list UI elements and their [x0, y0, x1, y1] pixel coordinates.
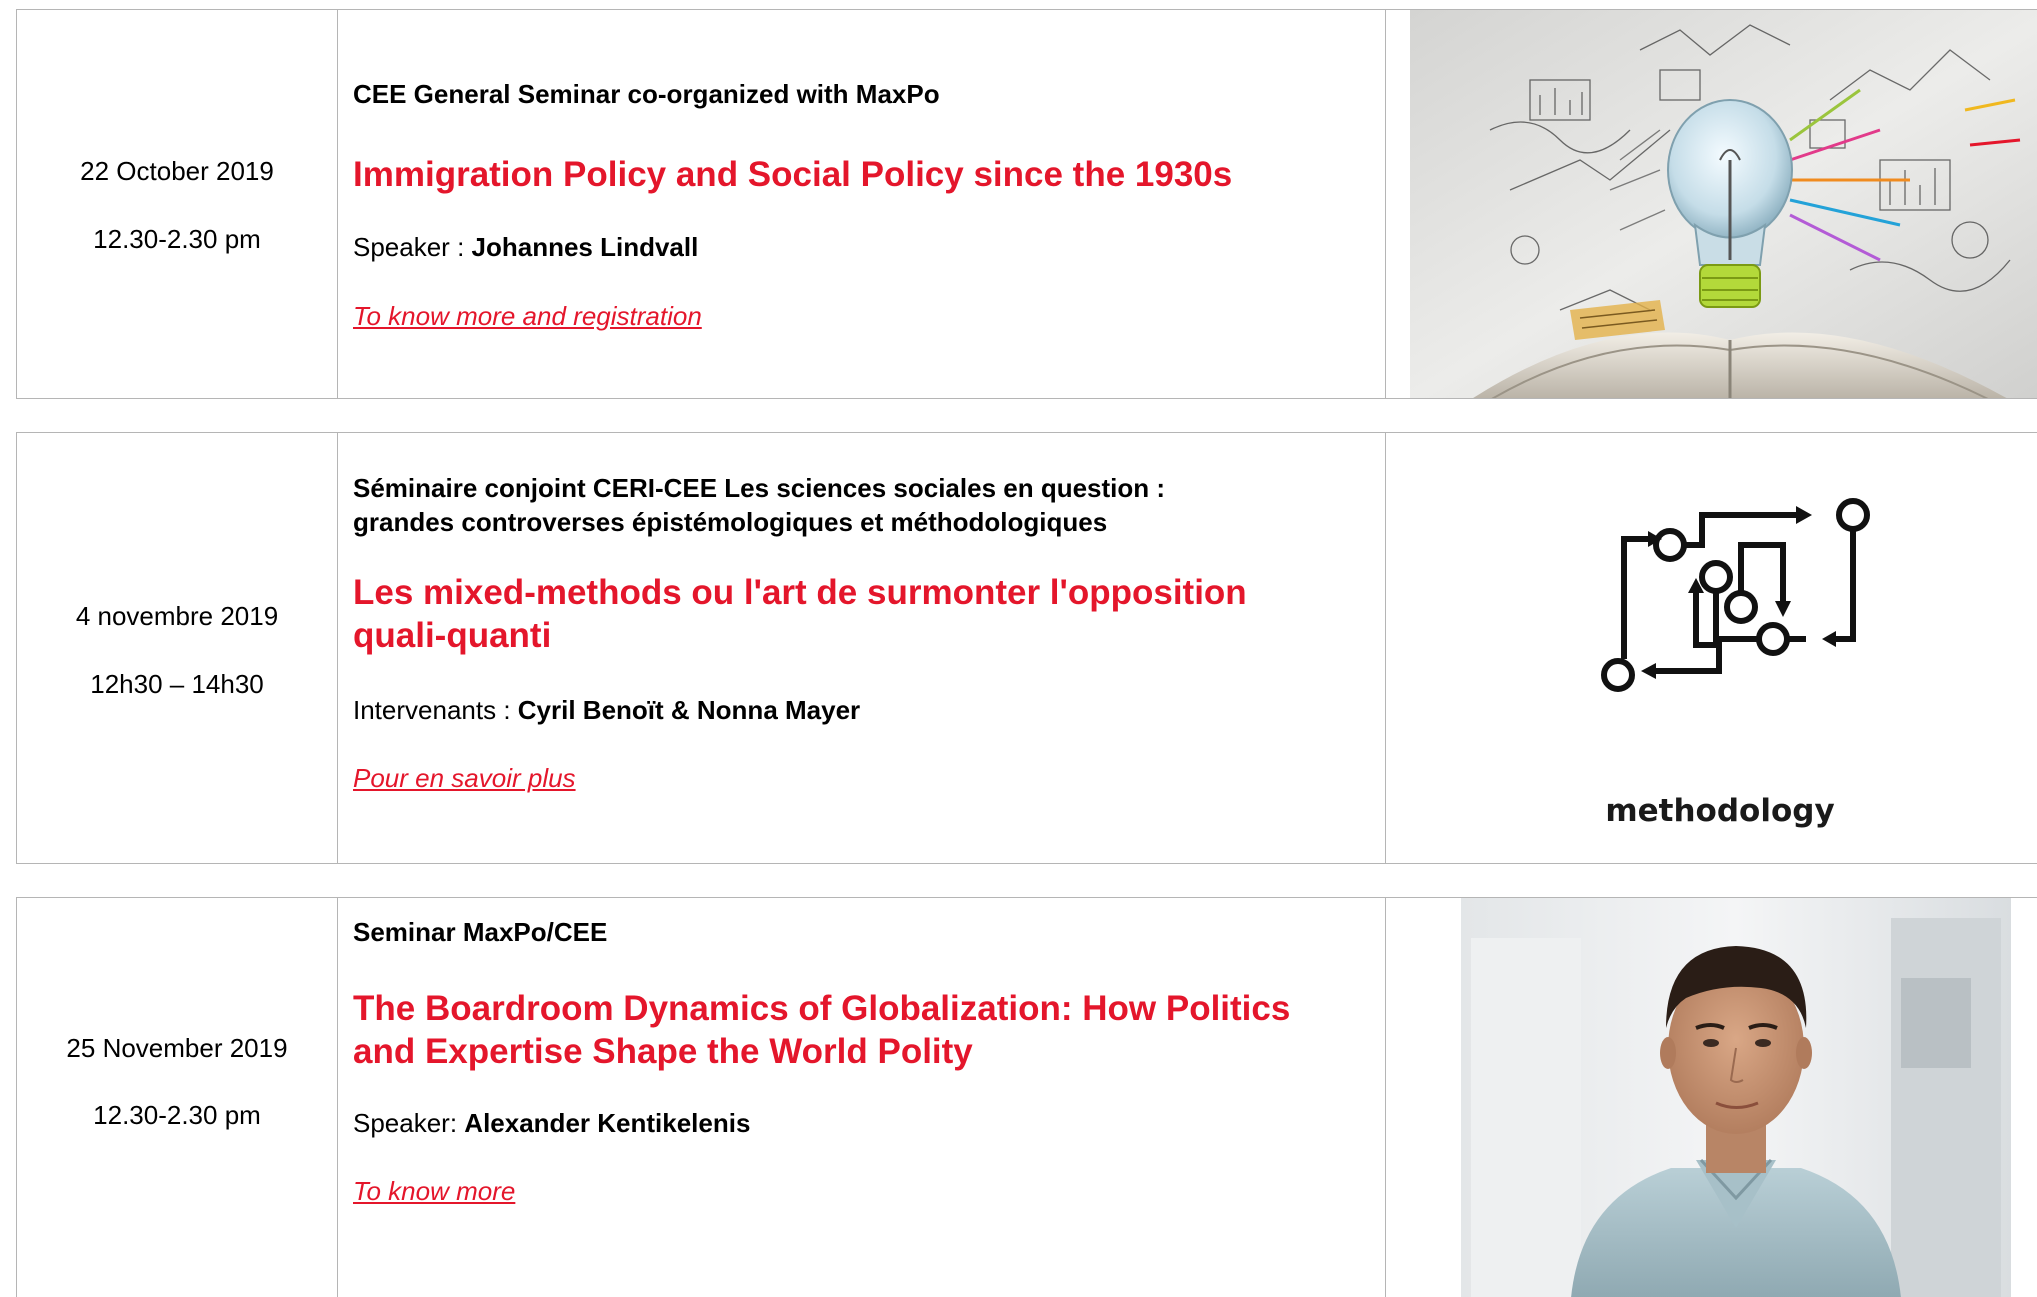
speaker-label: Speaker :: [353, 232, 472, 262]
event-title-line: Les mixed-methods ou l'art de surmonter …: [353, 573, 1247, 612]
event-row: 4 novembre 2019 12h30 – 14h30 Séminaire …: [16, 432, 2037, 864]
event-row: 22 October 2019 12.30-2.30 pm CEE Genera…: [16, 9, 2037, 399]
event-info-cell: Séminaire conjoint CERI-CEE Les sciences…: [338, 433, 1386, 863]
event-series: Séminaire conjoint CERI-CEE Les sciences…: [353, 471, 1165, 539]
event-series: Seminar MaxPo/CEE: [353, 917, 608, 947]
speaker-label: Speaker:: [353, 1108, 465, 1138]
speaker-name: Cyril Benoït & Nonna Mayer: [517, 695, 861, 725]
event-series-line: Séminaire conjoint CERI-CEE Les sciences…: [353, 473, 1166, 503]
lightbulb-book-illustration: [1410, 10, 2037, 398]
event-image-cell: [1386, 10, 2037, 398]
event-title-line: quali-quanti: [353, 616, 552, 655]
methodology-icon: [1601, 498, 1870, 692]
image-caption: methodology: [1605, 793, 1835, 829]
event-info-cell: CEE General Seminar co-organized with Ma…: [338, 10, 1386, 398]
speaker-name: Johannes Lindvall: [471, 232, 699, 262]
more-info-link[interactable]: Pour en savoir plus: [353, 763, 576, 793]
event-title: Immigration Policy and Social Policy sin…: [353, 155, 1233, 194]
event-time: 12.30-2.30 pm: [93, 224, 261, 254]
event-date: 25 November 2019: [66, 1033, 288, 1063]
event-speaker: Speaker : Johannes Lindvall: [353, 232, 698, 262]
event-series-line: grandes controverses épistémologiques et…: [353, 507, 1108, 537]
event-row: 25 November 2019 12.30-2.30 pm Seminar M…: [16, 897, 2037, 1297]
event-speaker: Speaker: Alexander Kentikelenis: [353, 1108, 750, 1138]
event-date-cell: 25 November 2019 12.30-2.30 pm: [17, 898, 338, 1297]
event-image-cell: [1386, 898, 2037, 1297]
more-info-link[interactable]: To know more and registration: [353, 301, 702, 331]
speaker-name: Alexander Kentikelenis: [464, 1108, 751, 1138]
event-speaker: Intervenants : Cyril Benoït & Nonna Maye…: [353, 695, 860, 725]
speaker-portrait: [1461, 898, 2011, 1297]
event-date: 22 October 2019: [80, 156, 274, 186]
event-time: 12.30-2.30 pm: [93, 1100, 261, 1130]
event-title: Les mixed-methods ou l'art de surmonter …: [353, 571, 1247, 657]
event-series: CEE General Seminar co-organized with Ma…: [353, 79, 940, 109]
event-date: 4 novembre 2019: [75, 601, 279, 631]
event-date-cell: 22 October 2019 12.30-2.30 pm: [17, 10, 338, 398]
speaker-label: Intervenants :: [353, 695, 518, 725]
event-title-line: and Expertise Shape the World Polity: [353, 1032, 973, 1071]
event-time: 12h30 – 14h30: [90, 669, 264, 699]
more-info-link[interactable]: To know more: [353, 1176, 515, 1206]
event-title-line: The Boardroom Dynamics of Globalization:…: [353, 989, 1291, 1028]
event-info-cell: Seminar MaxPo/CEE The Boardroom Dynamics…: [338, 898, 1386, 1297]
event-date-cell: 4 novembre 2019 12h30 – 14h30: [17, 433, 338, 863]
event-image-cell: methodology: [1386, 433, 2037, 863]
event-title: The Boardroom Dynamics of Globalization:…: [353, 987, 1290, 1073]
